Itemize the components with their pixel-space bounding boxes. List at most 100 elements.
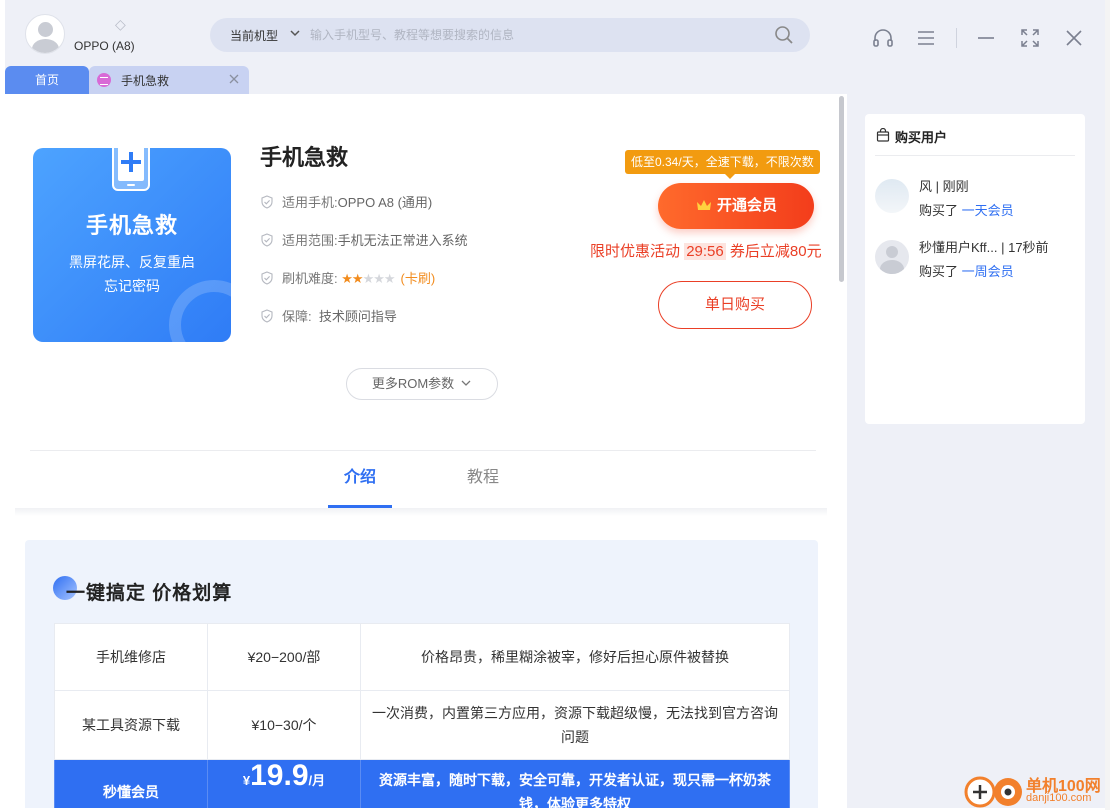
buyer-action: 购买了 一天会员 bbox=[919, 200, 1014, 219]
hero-subtitle-line2: 忘记密码 bbox=[104, 278, 160, 294]
danji-logo-icon bbox=[964, 776, 1022, 808]
watermark-url: danji100.com bbox=[1026, 792, 1092, 804]
buyer-name: 风 | 刚刚 bbox=[919, 179, 969, 194]
avatar bbox=[875, 179, 909, 213]
section-title: 一键搞定 价格划算 bbox=[66, 583, 233, 604]
info-label: 刷机难度: bbox=[282, 271, 338, 286]
star-filled-icon: ★ bbox=[341, 271, 353, 286]
single-day-buy-button[interactable]: 单日购买 bbox=[658, 281, 812, 329]
toolbar-separator bbox=[956, 28, 957, 48]
info-row-scope: 适用范围:手机无法正常进入系统 bbox=[260, 232, 468, 250]
buyers-panel: 购买用户 风 | 刚刚 购买了 一天会员 秒懂用户Kff... | 17秒前 购… bbox=[865, 114, 1085, 424]
background-edge bbox=[1105, 0, 1110, 810]
promo-tag: 低至0.34/天，全速下载，不限次数 bbox=[625, 150, 820, 179]
table-row: 某工具资源下载 ¥10−30/个 一次消费，内置第三方应用，资源下载超级慢，无法… bbox=[54, 690, 790, 760]
price-comparison-section: 一键搞定 价格划算 手机维修店 ¥20−200/部 价格昂贵，稀里糊涂被宰，修好… bbox=[25, 540, 818, 808]
minimize-icon[interactable] bbox=[974, 26, 998, 50]
countdown-timer: 29:56 bbox=[684, 243, 726, 260]
search-icon[interactable] bbox=[774, 25, 794, 45]
app-window: ◇ OPPO (A8) 当前机型 首页 手机急救 手机急救 黑屏花屏、反复重启 bbox=[5, 0, 1105, 808]
more-rom-label: 更多ROM参数 bbox=[371, 376, 455, 391]
watermark: 单机100网 danji100.com bbox=[962, 770, 1110, 810]
star-empty-icon: ★ bbox=[383, 271, 396, 286]
device-name: OPPO (A8) bbox=[74, 39, 135, 53]
main-content: 手机急救 黑屏花屏、反复重启 忘记密码 手机急救 适用手机:OPPO A8 (通… bbox=[5, 94, 847, 808]
divider bbox=[875, 155, 1075, 156]
price-unit: /月 bbox=[308, 773, 326, 788]
difficulty-stars: ★★★★★ bbox=[341, 271, 396, 286]
promo-countdown: 限时优惠活动 29:56 券后立减80元 bbox=[590, 240, 822, 261]
tab-shadow bbox=[15, 508, 827, 516]
tab-label: 手机急救 bbox=[121, 74, 170, 88]
option-name: 手机维修店 bbox=[54, 623, 208, 691]
table-row: 手机维修店 ¥20−200/部 价格昂贵，稀里糊涂被宰，修好后担心原件被替换 bbox=[54, 623, 790, 691]
shopping-bag-icon bbox=[876, 128, 890, 142]
list-icon bbox=[97, 73, 111, 87]
flash-type-tag: (卡刷) bbox=[400, 271, 436, 286]
buyer-action-verb: 购买了 bbox=[919, 203, 959, 218]
open-vip-label: 开通会员 bbox=[716, 197, 777, 214]
promo-suffix: 券后立减80元 bbox=[729, 243, 822, 260]
info-label: 适用范围: bbox=[282, 233, 338, 248]
app-title: 手机急救 bbox=[260, 145, 349, 170]
tab-intro[interactable]: 介绍 bbox=[328, 452, 392, 508]
option-price: ¥19.9/月 bbox=[207, 759, 361, 808]
top-bar: ◇ OPPO (A8) 当前机型 bbox=[5, 0, 1105, 66]
option-price: ¥10−30/个 bbox=[207, 690, 361, 760]
table-row-highlight: 秒懂会员 ¥19.9/月 资源丰富，随时下载，安全可靠，开发者认证，现只需一杯奶… bbox=[54, 759, 790, 808]
close-icon[interactable] bbox=[1062, 26, 1086, 50]
tab-phone-rescue[interactable]: 手机急救 bbox=[89, 66, 249, 94]
info-value: 技术顾问指导 bbox=[318, 309, 397, 324]
info-value: 手机无法正常进入系统 bbox=[337, 233, 468, 248]
buyer-plan: 一天会员 bbox=[961, 203, 1014, 218]
check-badge-icon bbox=[261, 195, 273, 209]
option-name: 秒懂会员 bbox=[54, 759, 208, 808]
buyers-title: 购买用户 bbox=[895, 130, 948, 145]
crown-icon bbox=[696, 200, 711, 210]
search-bar: 当前机型 bbox=[210, 18, 810, 52]
buyer-name: 秒懂用户Kff... | 17秒前 bbox=[919, 240, 1049, 255]
option-desc: 资源丰富，随时下载，安全可靠，开发者认证，现只需一杯奶茶钱，体验更多特权 bbox=[360, 759, 790, 808]
headset-icon[interactable] bbox=[871, 26, 895, 50]
menu-icon[interactable] bbox=[914, 26, 938, 50]
info-value: OPPO A8 (通用) bbox=[337, 195, 433, 210]
option-name: 某工具资源下载 bbox=[54, 690, 208, 760]
promo-prefix: 限时优惠活动 bbox=[590, 243, 681, 260]
fullscreen-icon[interactable] bbox=[1018, 26, 1042, 50]
scrollbar[interactable] bbox=[839, 96, 844, 282]
tab-tutorial[interactable]: 教程 bbox=[451, 452, 515, 508]
avatar bbox=[875, 240, 909, 274]
info-label: 保障: bbox=[282, 309, 312, 324]
open-vip-button[interactable]: 开通会员 bbox=[658, 183, 814, 229]
check-badge-icon bbox=[261, 233, 273, 247]
option-desc: 一次消费，内置第三方应用，资源下载超级慢，无法找到官方咨询问题 bbox=[360, 690, 790, 760]
price-value: 19.9 bbox=[250, 759, 309, 792]
search-input[interactable] bbox=[310, 25, 750, 45]
more-rom-button[interactable]: 更多ROM参数 bbox=[346, 368, 498, 400]
tab-close-icon[interactable] bbox=[227, 72, 241, 86]
info-row-guarantee: 保障: 技术顾问指导 bbox=[260, 308, 397, 326]
hero-title: 手机急救 bbox=[85, 213, 178, 238]
star-empty-icon: ★ bbox=[362, 271, 375, 286]
phone-plus-icon bbox=[112, 148, 150, 191]
option-desc: 价格昂贵，稀里糊涂被宰，修好后担心原件被替换 bbox=[360, 623, 790, 691]
info-row-phone: 适用手机:OPPO A8 (通用) bbox=[260, 194, 432, 212]
info-row-difficulty: 刷机难度: ★★★★★ (卡刷) bbox=[260, 270, 435, 288]
star-filled-icon: ★ bbox=[351, 271, 364, 286]
chevron-down-icon[interactable] bbox=[288, 26, 302, 40]
option-price: ¥20−200/部 bbox=[207, 623, 361, 691]
tab-home[interactable]: 首页 bbox=[5, 66, 89, 94]
info-label: 适用手机: bbox=[282, 195, 338, 210]
check-badge-icon bbox=[261, 271, 273, 285]
hero-card: 手机急救 黑屏花屏、反复重启 忘记密码 bbox=[33, 148, 231, 342]
buyer-action: 购买了 一周会员 bbox=[919, 261, 1014, 280]
buyer-plan: 一周会员 bbox=[961, 264, 1014, 279]
chevron-down-icon bbox=[461, 380, 471, 386]
divider bbox=[30, 450, 816, 451]
buyer-action-verb: 购买了 bbox=[919, 264, 959, 279]
check-badge-icon bbox=[261, 309, 273, 323]
diamond-icon[interactable]: ◇ bbox=[115, 17, 131, 31]
user-avatar[interactable] bbox=[25, 14, 65, 54]
hero-subtitle: 黑屏花屏、反复重启 忘记密码 bbox=[33, 250, 231, 298]
model-selector-label[interactable]: 当前机型 bbox=[230, 27, 278, 44]
